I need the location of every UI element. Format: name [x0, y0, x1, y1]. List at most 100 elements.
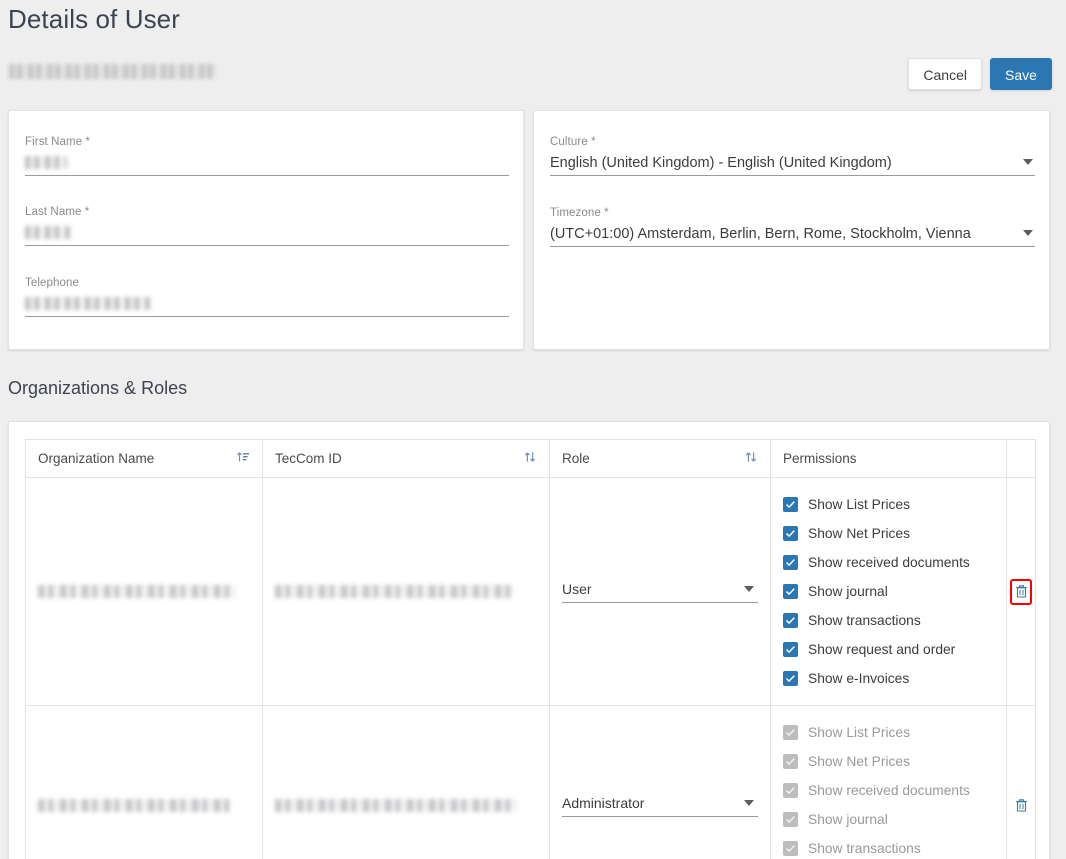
- checkbox-checked-disabled-icon: [783, 725, 798, 740]
- permissions-list: Show List Prices Show Net Prices Show re…: [783, 478, 994, 705]
- last-name-label: Last Name *: [25, 206, 90, 218]
- organization-name-redacted: [38, 798, 230, 812]
- last-name-value-redacted: [25, 226, 70, 239]
- chevron-down-icon[interactable]: [1023, 230, 1033, 236]
- column-label: Role: [562, 451, 590, 466]
- teccom-id-redacted: [275, 585, 513, 598]
- culture-label: Culture *: [550, 136, 596, 148]
- trash-icon: [1015, 585, 1027, 598]
- checkbox-checked-icon[interactable]: [783, 584, 798, 599]
- telephone-label: Telephone: [25, 277, 79, 289]
- checkbox-checked-disabled-icon: [783, 754, 798, 769]
- checkbox-checked-disabled-icon: [783, 783, 798, 798]
- permission-label: Show Net Prices: [808, 754, 910, 769]
- column-header-actions: [1006, 439, 1036, 478]
- cell-permissions: Show List Prices Show Net Prices Show re…: [770, 705, 1007, 859]
- column-header-permissions: Permissions: [770, 439, 1007, 478]
- user-email-redacted: [9, 64, 217, 79]
- chevron-down-icon[interactable]: [744, 586, 754, 592]
- permission-item: Show received documents: [783, 776, 994, 805]
- telephone-value-redacted: [25, 297, 150, 310]
- permission-item: Show transactions: [783, 834, 994, 859]
- first-name-label: First Name *: [25, 136, 91, 148]
- checkbox-checked-icon[interactable]: [783, 497, 798, 512]
- delete-row-button[interactable]: [1010, 792, 1032, 818]
- cell-actions: [1006, 477, 1036, 706]
- organizations-roles-card: Organization Name TecCom ID Role Permiss…: [8, 421, 1050, 859]
- column-label: TecCom ID: [275, 451, 342, 466]
- permission-label: Show List Prices: [808, 725, 910, 740]
- last-name-input[interactable]: [25, 222, 509, 246]
- cell-organization-name: [25, 705, 263, 859]
- permission-item: Show Net Prices: [783, 747, 994, 776]
- cancel-button[interactable]: Cancel: [908, 58, 982, 90]
- checkbox-checked-icon[interactable]: [783, 613, 798, 628]
- permission-item[interactable]: Show Net Prices: [783, 519, 994, 548]
- column-header-organization-name[interactable]: Organization Name: [25, 439, 263, 478]
- culture-value: English (United Kingdom) - English (Unit…: [550, 155, 892, 171]
- timezone-label: Timezone *: [550, 207, 609, 219]
- checkbox-checked-icon[interactable]: [783, 671, 798, 686]
- column-label: Permissions: [783, 451, 857, 466]
- column-label: Organization Name: [38, 451, 155, 466]
- section-title-organizations-roles: Organizations & Roles: [8, 378, 188, 398]
- role-select[interactable]: Administrator: [562, 794, 758, 817]
- permission-item[interactable]: Show received documents: [783, 548, 994, 577]
- sort-ascending-icon[interactable]: [236, 450, 250, 467]
- timezone-select[interactable]: (UTC+01:00) Amsterdam, Berlin, Bern, Rom…: [550, 223, 1035, 247]
- sort-unsorted-icon[interactable]: [523, 450, 537, 467]
- permission-item: Show journal: [783, 805, 994, 834]
- last-name-field[interactable]: Last Name *: [25, 206, 509, 246]
- telephone-input[interactable]: [25, 293, 509, 317]
- sort-unsorted-icon[interactable]: [744, 450, 758, 467]
- first-name-input[interactable]: [25, 152, 509, 176]
- save-button[interactable]: Save: [990, 58, 1052, 90]
- chevron-down-icon[interactable]: [1023, 159, 1033, 165]
- checkbox-checked-disabled-icon: [783, 812, 798, 827]
- permission-item[interactable]: Show request and order: [783, 635, 994, 664]
- page-title: Details of User: [8, 4, 180, 34]
- cell-actions: [1006, 705, 1036, 859]
- first-name-field[interactable]: First Name *: [25, 136, 509, 176]
- delete-row-button[interactable]: [1010, 578, 1032, 605]
- role-select[interactable]: User: [562, 580, 758, 603]
- user-details-page: Details of User Cancel Save First Name *…: [0, 0, 1066, 859]
- checkbox-checked-icon[interactable]: [783, 642, 798, 657]
- column-header-teccom-id[interactable]: TecCom ID: [262, 439, 550, 478]
- permission-item[interactable]: Show journal: [783, 577, 994, 606]
- personal-details-card: First Name * Last Name * Telephone: [8, 110, 524, 350]
- column-header-role[interactable]: Role: [549, 439, 771, 478]
- cell-teccom-id: [262, 705, 550, 859]
- permission-label: Show received documents: [808, 555, 970, 570]
- table-body: User Show List Prices Show Net Prices Sh…: [25, 477, 1036, 859]
- culture-select[interactable]: English (United Kingdom) - English (Unit…: [550, 152, 1035, 176]
- locale-card: Culture * English (United Kingdom) - Eng…: [533, 110, 1050, 350]
- checkbox-checked-icon[interactable]: [783, 555, 798, 570]
- teccom-id-redacted: [275, 798, 517, 812]
- permission-item[interactable]: Show List Prices: [783, 490, 994, 519]
- checkbox-checked-icon[interactable]: [783, 526, 798, 541]
- permission-label: Show List Prices: [808, 497, 910, 512]
- permission-label: Show Net Prices: [808, 526, 910, 541]
- telephone-field[interactable]: Telephone: [25, 277, 509, 317]
- table-header-row: Organization Name TecCom ID Role Permiss…: [25, 439, 1036, 478]
- form-actions: Cancel Save: [908, 58, 1052, 90]
- permission-label: Show journal: [808, 584, 888, 599]
- trash-icon: [1015, 798, 1027, 812]
- timezone-value: (UTC+01:00) Amsterdam, Berlin, Bern, Rom…: [550, 226, 971, 242]
- permission-label: Show transactions: [808, 841, 921, 856]
- permissions-list: Show List Prices Show Net Prices Show re…: [783, 706, 994, 859]
- organization-name-redacted: [38, 585, 236, 598]
- permission-label: Show transactions: [808, 613, 921, 628]
- culture-field[interactable]: Culture * English (United Kingdom) - Eng…: [550, 136, 1035, 176]
- timezone-field[interactable]: Timezone * (UTC+01:00) Amsterdam, Berlin…: [550, 207, 1035, 247]
- permission-item[interactable]: Show e-Invoices: [783, 664, 994, 693]
- table-row: Administrator Show List Prices Show Net …: [25, 705, 1036, 859]
- permission-item[interactable]: Show transactions: [783, 606, 994, 635]
- checkbox-checked-disabled-icon: [783, 841, 798, 856]
- chevron-down-icon[interactable]: [744, 799, 754, 806]
- permission-label: Show received documents: [808, 783, 970, 798]
- cell-teccom-id: [262, 477, 550, 706]
- role-value: User: [562, 580, 758, 603]
- cell-role: User: [549, 477, 771, 706]
